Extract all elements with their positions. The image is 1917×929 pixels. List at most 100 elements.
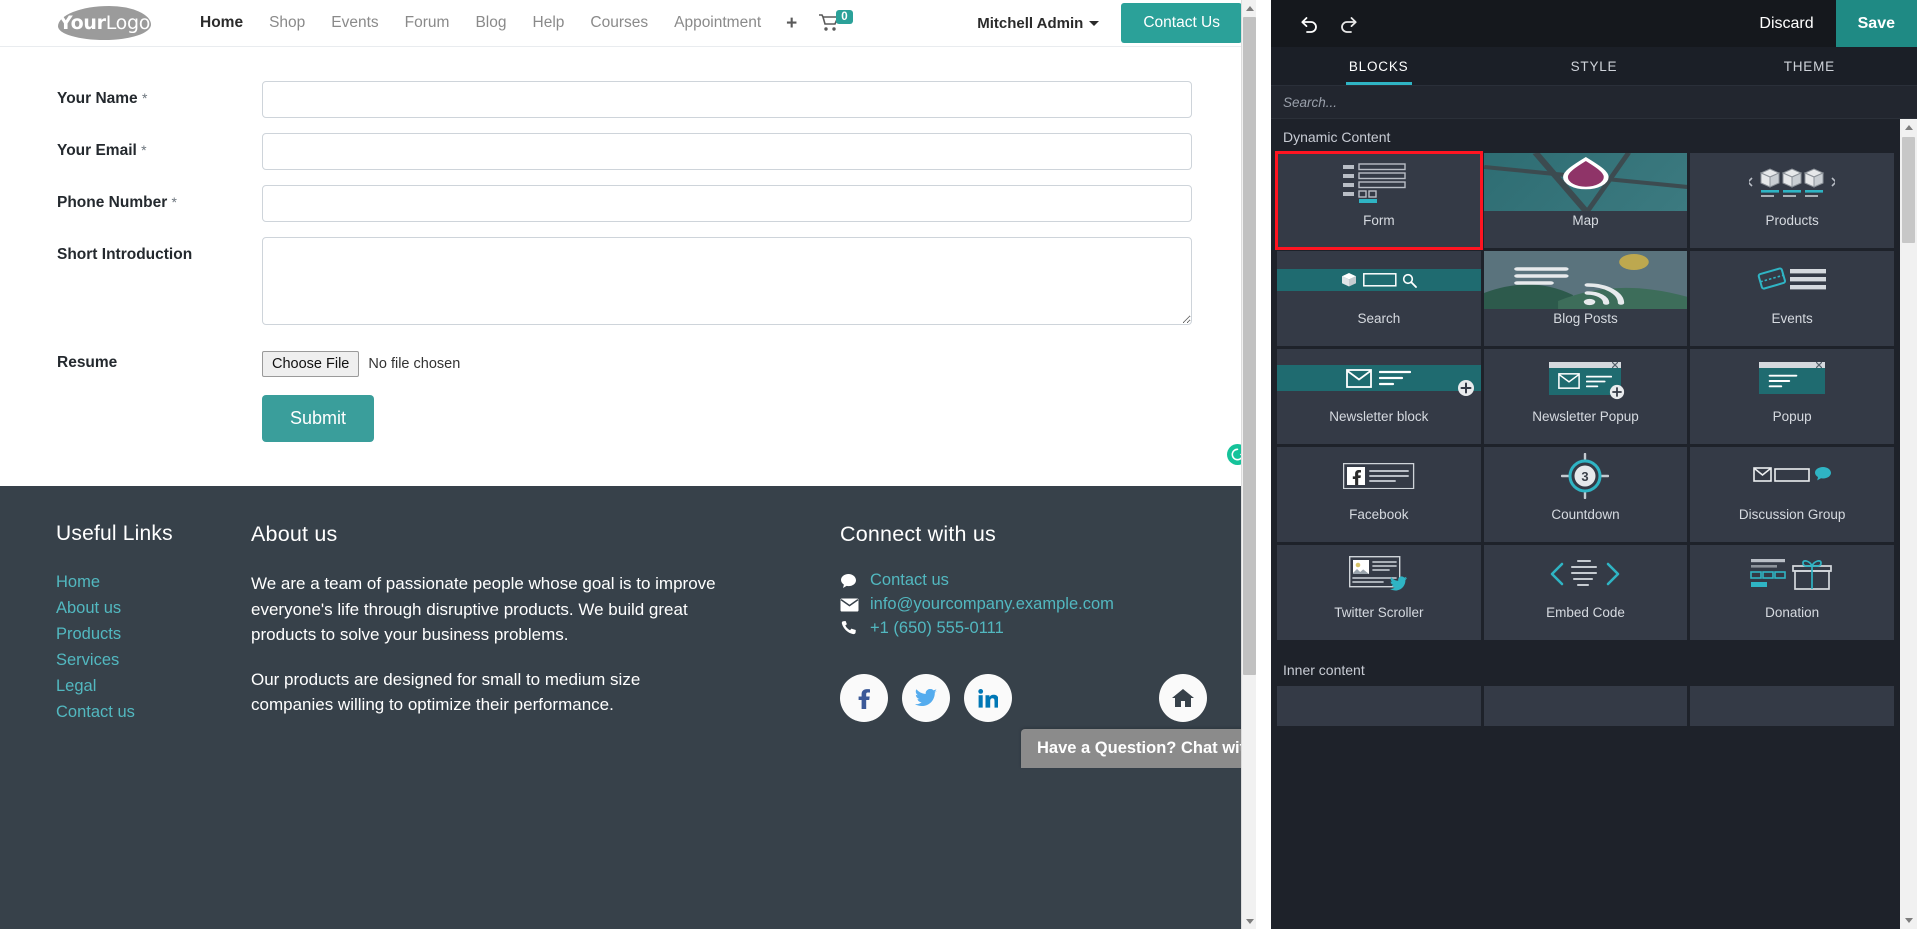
scrollbar-thumb[interactable] [1243, 17, 1256, 675]
tab-style[interactable]: STYLE [1486, 47, 1701, 85]
block-tile-events[interactable]: Events [1690, 251, 1894, 346]
block-tile-facebook[interactable]: Facebook [1277, 447, 1481, 542]
nav-item-courses[interactable]: Courses [577, 8, 661, 38]
scroll-up-arrow-icon[interactable] [1242, 0, 1256, 16]
user-menu[interactable]: Mitchell Admin [977, 14, 1100, 32]
logo-light-text: Logo [105, 12, 151, 34]
newsletter-block-thumb-icon [1277, 349, 1481, 407]
site-logo[interactable]: YourLogo [58, 4, 151, 42]
input-your-email[interactable] [262, 133, 1192, 170]
discussion-group-thumb-icon [1690, 447, 1894, 505]
block-tile-twitter-scroller[interactable]: Twitter Scroller [1277, 545, 1481, 640]
footer-link-home[interactable]: Home [56, 570, 251, 595]
social-facebook-button[interactable] [840, 674, 888, 722]
twitter-icon [915, 689, 937, 707]
undo-icon[interactable] [1289, 0, 1329, 47]
block-tile-products[interactable]: Products [1690, 153, 1894, 248]
form-row-resume: Resume Choose File No file chosen [0, 345, 1256, 377]
social-linkedin-button[interactable] [964, 674, 1012, 722]
add-page-plus-icon[interactable]: + [774, 10, 809, 37]
block-label-countdown: Countdown [1551, 507, 1620, 522]
block-tile-form[interactable]: Form [1275, 151, 1483, 250]
block-tile-inner-2[interactable] [1483, 686, 1688, 726]
footer-link-legal[interactable]: Legal [56, 674, 251, 699]
save-button[interactable]: Save [1835, 0, 1917, 47]
footer-contact-us-link[interactable]: Contact us [870, 571, 949, 590]
block-tile-inner-1[interactable] [1277, 686, 1481, 726]
nav-item-appointment[interactable]: Appointment [661, 8, 774, 38]
editor-tabs: BLOCKS STYLE THEME [1271, 47, 1917, 86]
nav-item-help[interactable]: Help [520, 8, 578, 38]
textarea-short-introduction[interactable] [262, 237, 1192, 325]
editor-topbar: Discard Save [1271, 0, 1917, 47]
block-tile-countdown[interactable]: 3 Countdown [1483, 447, 1688, 542]
search-thumb-icon [1277, 251, 1481, 309]
block-tile-search[interactable]: Search [1277, 251, 1481, 346]
required-marker: * [141, 142, 147, 158]
block-tile-discussion-group[interactable]: Discussion Group [1690, 447, 1894, 542]
footer-link-products[interactable]: Products [56, 622, 251, 647]
block-tile-donation[interactable]: Donation [1690, 545, 1894, 640]
block-label-blog-posts: Blog Posts [1553, 311, 1618, 326]
discard-button[interactable]: Discard [1737, 15, 1835, 33]
blocks-search-field[interactable]: Search... [1271, 86, 1917, 119]
label-phone-number: Phone Number * [57, 185, 262, 212]
blocks-grid-dynamic-content: Form Map Products Search Blog Posts Even… [1271, 151, 1900, 640]
footer-home-button[interactable] [1159, 674, 1207, 722]
blocks-panel-body: Dynamic Content Form Map Products Search… [1271, 119, 1917, 929]
scroll-down-arrow-icon[interactable] [1242, 913, 1256, 929]
blocks-search-placeholder: Search... [1283, 94, 1338, 110]
tab-blocks[interactable]: BLOCKS [1271, 47, 1486, 85]
block-tile-newsletter-popup[interactable]: Newsletter Popup [1483, 349, 1688, 444]
nav-item-events[interactable]: Events [318, 8, 391, 38]
nav-item-shop[interactable]: Shop [256, 8, 318, 38]
block-tile-blog-posts[interactable]: Blog Posts [1483, 251, 1688, 346]
contact-us-button[interactable]: Contact Us [1121, 3, 1242, 43]
block-tile-inner-3[interactable] [1690, 686, 1894, 726]
blocks-scroll-area: Dynamic Content Form Map Products Search… [1271, 119, 1900, 929]
input-your-name[interactable] [262, 81, 1192, 118]
footer-link-about-us[interactable]: About us [56, 596, 251, 621]
livechat-widget-button[interactable]: Have a Question? Chat with us. [1021, 729, 1256, 768]
input-phone-number[interactable] [262, 185, 1192, 222]
website-scrollbar[interactable] [1241, 0, 1256, 929]
footer-link-contact-us[interactable]: Contact us [56, 700, 251, 725]
application-form: Your Name * Your Email * Phone Number * … [0, 47, 1256, 486]
footer-email-link[interactable]: info@yourcompany.example.com [870, 595, 1114, 614]
social-twitter-button[interactable] [902, 674, 950, 722]
user-name-label: Mitchell Admin [977, 14, 1084, 32]
panel-scroll-down-arrow-icon[interactable] [1900, 912, 1917, 929]
block-label-events: Events [1771, 311, 1813, 326]
footer-connect-title: Connect with us [840, 522, 996, 546]
footer-about-column: About us We are a team of passionate peo… [251, 522, 831, 925]
block-label-newsletter-popup: Newsletter Popup [1532, 409, 1639, 424]
block-tile-newsletter-block[interactable]: Newsletter block [1277, 349, 1481, 444]
block-tile-embed-code[interactable]: Embed Code [1483, 545, 1688, 640]
cart-badge-count: 0 [836, 10, 853, 24]
tab-theme[interactable]: THEME [1702, 47, 1917, 85]
block-tile-popup[interactable]: Popup [1690, 349, 1894, 444]
panel-scroll-up-arrow-icon[interactable] [1900, 119, 1917, 136]
block-label-form: Form [1363, 213, 1395, 228]
choose-file-button[interactable]: Choose File [262, 351, 360, 377]
footer-phone-link[interactable]: +1 (650) 555-0111 [870, 619, 1004, 638]
embed-code-thumb-icon [1484, 545, 1688, 603]
donation-thumb-icon [1690, 545, 1894, 603]
panel-scrollbar-thumb[interactable] [1902, 137, 1915, 243]
block-tile-map[interactable]: Map [1483, 153, 1688, 248]
submit-button[interactable]: Submit [262, 395, 375, 442]
twitter-scroller-thumb-icon [1277, 545, 1481, 603]
form-row-short-introduction: Short Introduction [0, 237, 1256, 330]
nav-item-blog[interactable]: Blog [462, 8, 519, 38]
footer-link-services[interactable]: Services [56, 648, 251, 673]
footer-useful-links-title: Useful Links [56, 522, 173, 545]
block-label-twitter-scroller: Twitter Scroller [1334, 605, 1424, 620]
blocks-panel-scrollbar[interactable] [1900, 119, 1917, 929]
block-label-discussion-group: Discussion Group [1738, 507, 1846, 522]
label-your-email-text: Your Email [57, 142, 137, 159]
nav-item-home[interactable]: Home [187, 8, 256, 38]
cart-button[interactable]: 0 [809, 10, 862, 36]
redo-icon[interactable] [1329, 0, 1369, 47]
section-title-dynamic-content: Dynamic Content [1271, 119, 1900, 153]
nav-item-forum[interactable]: Forum [392, 8, 463, 38]
